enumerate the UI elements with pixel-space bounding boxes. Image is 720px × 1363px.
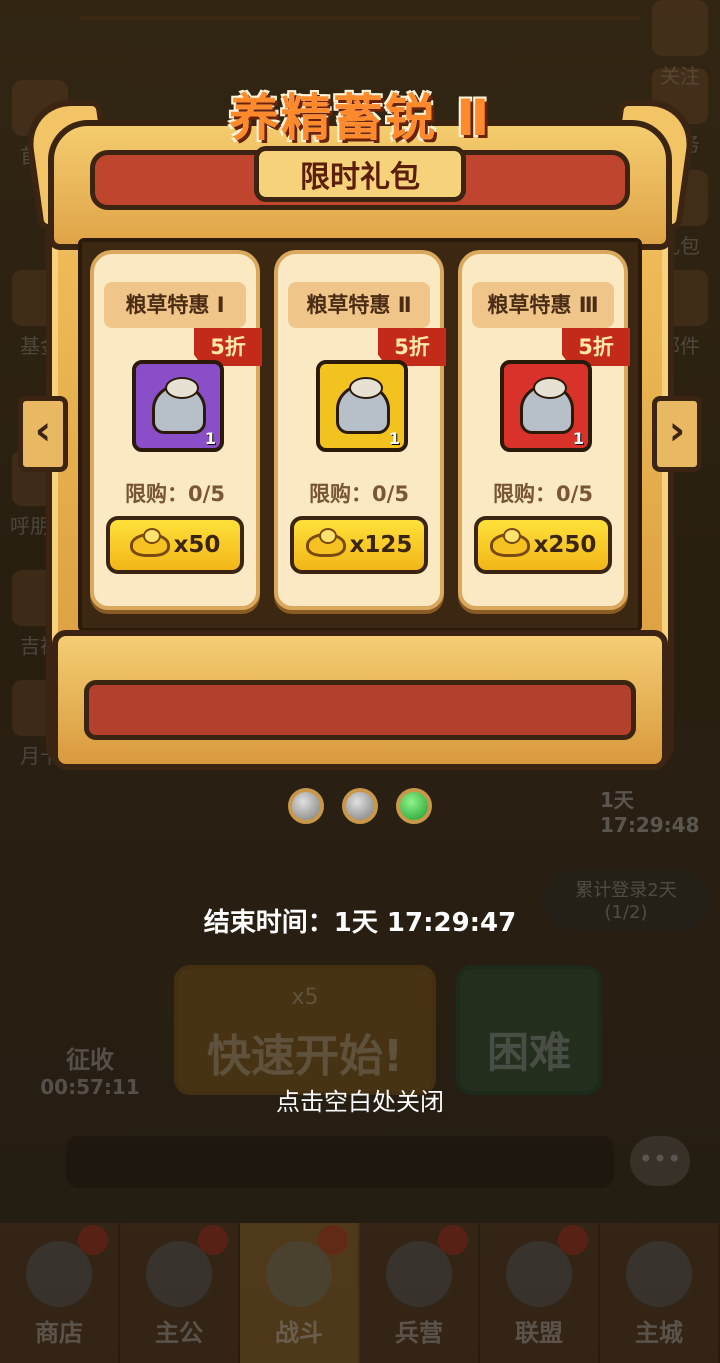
buy-button[interactable]: x50 [106, 516, 244, 574]
purchase-limit: 限购：0/5 [125, 482, 225, 506]
buy-button[interactable]: x125 [290, 516, 428, 574]
item-quantity: 1 [572, 429, 584, 448]
offer-card-3: 粮草特惠 Ⅲ 5折 1 限购：0/5 x250 [458, 250, 630, 610]
offer-title: 粮草特惠 Ⅱ [288, 282, 430, 328]
price-label: x250 [533, 532, 597, 558]
price-label: x50 [173, 532, 221, 558]
offer-title: 粮草特惠 Ⅰ [104, 282, 246, 328]
grain-pouch-icon [336, 377, 390, 434]
item-quantity: 1 [388, 429, 400, 448]
grain-pouch-icon [152, 377, 206, 434]
item-quantity: 1 [204, 429, 216, 448]
popup-title: 养精蓄锐 Ⅱ [228, 89, 492, 147]
close-hint: 点击空白处关闭 [276, 1088, 444, 1116]
page-indicator [288, 788, 438, 826]
purchase-limit: 限购：0/5 [493, 482, 593, 506]
offer-card-1: 粮草特惠 Ⅰ 5折 1 限购：0/5 x50 [90, 250, 262, 610]
next-page-arrow-icon[interactable]: › [652, 396, 702, 472]
prev-page-arrow-icon[interactable]: ‹ [18, 396, 68, 472]
offer-cards: 粮草特惠 Ⅰ 5折 1 限购：0/5 x50 粮草特惠 Ⅱ 5折 1 限购：0/… [90, 250, 630, 610]
popup-subtitle: 限时礼包 [300, 160, 420, 195]
offer-title: 粮草特惠 Ⅲ [472, 282, 614, 328]
page-dot[interactable] [288, 788, 324, 824]
buy-button[interactable]: x250 [474, 516, 612, 574]
grain-pouch-icon [520, 377, 574, 434]
gold-ingot-icon [129, 528, 170, 557]
page-dot-active[interactable] [396, 788, 432, 824]
grain-chest-item[interactable]: 1 [500, 360, 592, 452]
limited-gift-popup: 养精蓄锐 Ⅱ 限时礼包 粮草特惠 Ⅰ 5折 1 限购：0/5 x50 粮草特惠 … [20, 60, 700, 770]
gold-ingot-icon [489, 528, 530, 557]
page-dot[interactable] [342, 788, 378, 824]
end-time-label: 结束时间：1天 17:29:47 [203, 908, 517, 938]
offer-card-2: 粮草特惠 Ⅱ 5折 1 限购：0/5 x125 [274, 250, 446, 610]
purchase-limit: 限购：0/5 [309, 482, 409, 506]
price-label: x125 [349, 532, 413, 558]
grain-chest-item[interactable]: 1 [132, 360, 224, 452]
gold-ingot-icon [305, 528, 346, 557]
grain-chest-item[interactable]: 1 [316, 360, 408, 452]
chest-base-band [84, 680, 636, 740]
